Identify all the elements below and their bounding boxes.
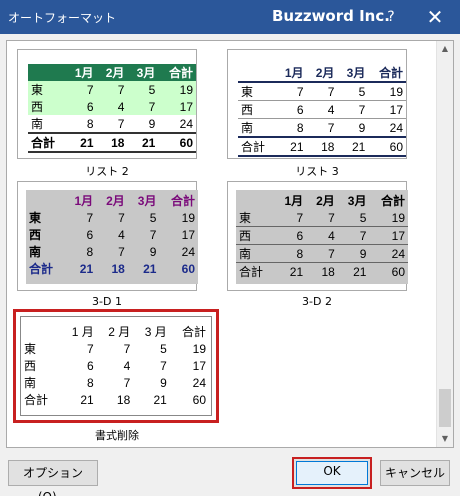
sample-table: 1月 2月 3月 合計 東 7 7 5 19 西 6 4 7 17 南 8 7 9 24 合計 21 18 21 60: [238, 64, 406, 157]
options-button[interactable]: オプション(O)...: [8, 460, 98, 496]
scroll-up-arrow-icon[interactable]: ▲: [437, 41, 453, 57]
sample-table: 1 月2 月3 月合計 東 7 7 5 19 西 6 4 7 17 南 8 7 9 24 合計 21 18 2…: [24, 325, 206, 407]
format-label-list3: リスト 3: [295, 165, 339, 178]
dialog-title: オートフォーマット: [8, 11, 117, 25]
format-label-none: 書式削除: [95, 429, 139, 442]
format-gallery: 1月 2月 3月 合計 東 7 7 5 19 西 6 4 7 17 南 8 7 9 24 合計 21 18 21 60…: [6, 40, 454, 448]
close-button[interactable]: ✕: [420, 4, 450, 30]
sample-table: 1月 2月 3月 合計 東 7 7 5 19 西 6 4 7 17 南 8 7 9 24 合計 21 18 21 60: [28, 64, 196, 153]
title-bar: オートフォーマット Buzzword Inc. ? ✕: [0, 0, 460, 34]
format-card-list2[interactable]: 1月 2月 3月 合計 東 7 7 5 19 西 6 4 7 17 南 8 7 9 24 合計 21 18 21 60: [17, 49, 197, 159]
sample-table: 1月 2月 3月 合計 東 7 7 5 19 西 6 4 7 17 南 8 7 9 24 合計 21 18 21 60: [26, 192, 198, 277]
vertical-scrollbar[interactable]: ▲ ▼: [436, 41, 453, 447]
cancel-button[interactable]: キャンセル: [380, 460, 450, 486]
scroll-thumb[interactable]: [439, 389, 451, 427]
sample-table: 1月 2月 3月 合計 東 7 7 5 19 西 6 4 7 17 南 8 7 9 24 合計 21 18 21 60: [236, 192, 408, 280]
format-card-3d2[interactable]: 1月 2月 3月 合計 東 7 7 5 19 西 6 4 7 17 南 8 7 9 24 合計 21 18 21 60: [227, 181, 408, 291]
app-name: Buzzword Inc.: [272, 7, 390, 25]
format-card-list3[interactable]: 1月 2月 3月 合計 東 7 7 5 19 西 6 4 7 17 南 8 7 9 24 合計 21 18 21 60: [227, 49, 407, 159]
ok-button[interactable]: OK: [292, 457, 372, 489]
help-button[interactable]: ?: [380, 6, 402, 28]
format-card-3d1[interactable]: 1月 2月 3月 合計 東 7 7 5 19 西 6 4 7 17 南 8 7 9 24 合計 21 18 21 60: [17, 181, 198, 291]
format-card-none[interactable]: 1 月2 月3 月合計 東 7 7 5 19 西 6 4 7 17 南 8 7 9 24 合計 21 18 2…: [13, 309, 219, 423]
scroll-down-arrow-icon[interactable]: ▼: [437, 431, 453, 447]
format-label-3d2: 3-D 2: [302, 295, 332, 308]
format-label-3d1: 3-D 1: [92, 295, 122, 308]
format-label-list2: リスト 2: [85, 165, 129, 178]
ok-button-label: OK: [296, 461, 368, 485]
